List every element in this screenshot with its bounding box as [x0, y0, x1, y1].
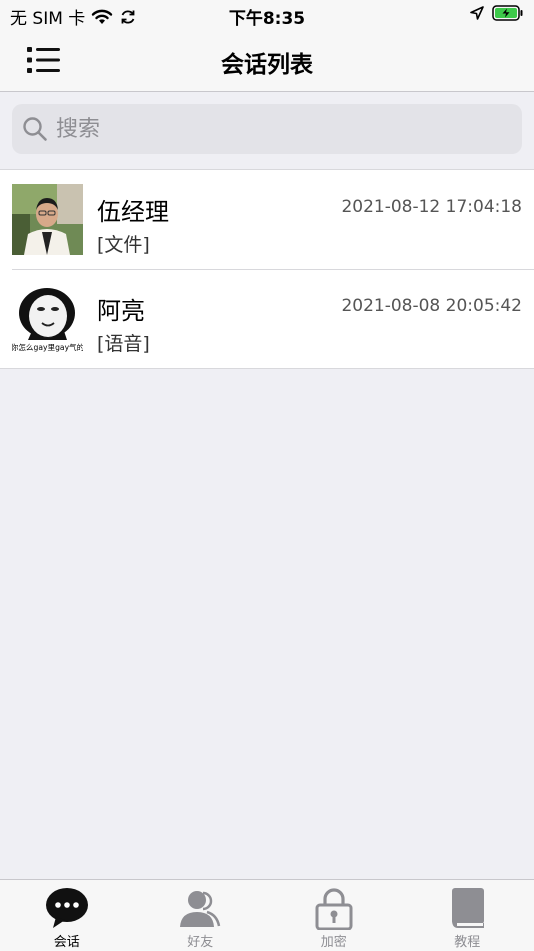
- tab-label: 教程: [401, 931, 534, 950]
- page-title: 会话列表: [0, 45, 534, 79]
- search-icon: [22, 116, 48, 142]
- message-time: 2021-08-08 20:05:42: [341, 296, 522, 316]
- search-input[interactable]: [54, 116, 498, 143]
- tab-label: 会话: [0, 931, 134, 950]
- conversation-list: 伍经理 [文件] 2021-08-12 17:04:18 你怎么gay里gay气…: [0, 170, 534, 369]
- contact-name: 伍经理: [97, 192, 169, 227]
- friends-icon: [177, 886, 223, 930]
- avatar-photo: [12, 184, 83, 255]
- avatar: [12, 184, 83, 255]
- tab-tutorial[interactable]: 教程: [401, 880, 534, 951]
- search-bar: [0, 92, 534, 170]
- search-box[interactable]: [12, 104, 522, 154]
- tab-friends[interactable]: 好友: [134, 880, 268, 951]
- status-right: [470, 5, 524, 21]
- nav-bar: 会话列表: [0, 30, 534, 92]
- avatar: 你怎么gay里gay气的: [12, 283, 83, 354]
- tab-bar: 会话 好友 加密 教程: [0, 879, 534, 951]
- tab-label: 加密: [267, 931, 401, 950]
- status-time: 下午8:35: [0, 4, 534, 29]
- lock-icon: [311, 886, 357, 930]
- conversation-row[interactable]: 你怎么gay里gay气的 阿亮 [语音] 2021-08-08 20:05:42: [0, 269, 534, 368]
- message-preview: [文件]: [97, 230, 150, 257]
- chat-bubble-icon: [44, 886, 90, 930]
- message-preview: [语音]: [97, 329, 150, 356]
- tab-encrypt[interactable]: 加密: [267, 880, 401, 951]
- avatar-meme-panda: 你怎么gay里gay气的: [12, 283, 83, 354]
- message-time: 2021-08-12 17:04:18: [341, 197, 522, 217]
- avatar-caption: 你怎么gay里gay气的: [12, 342, 83, 352]
- battery-icon: [492, 5, 524, 21]
- tab-conversations[interactable]: 会话: [0, 880, 134, 951]
- tab-label: 好友: [134, 931, 268, 950]
- book-icon: [444, 886, 490, 930]
- status-bar: 无 SIM 卡 下午8:35: [0, 0, 534, 30]
- location-arrow-icon: [470, 6, 484, 20]
- conversation-row[interactable]: 伍经理 [文件] 2021-08-12 17:04:18: [0, 170, 534, 269]
- contact-name: 阿亮: [97, 291, 145, 326]
